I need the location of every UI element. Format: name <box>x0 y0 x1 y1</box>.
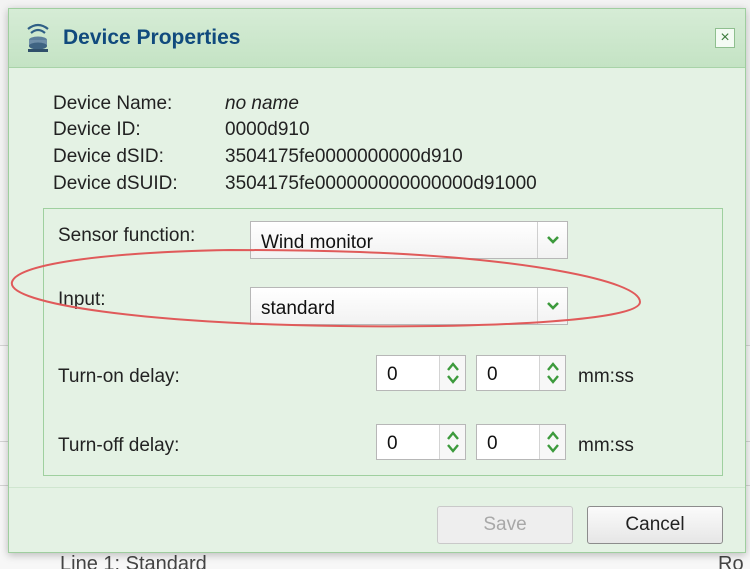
save-button[interactable]: Save <box>437 506 573 544</box>
close-icon: × <box>720 29 730 46</box>
background-text: Line 1: Standard <box>60 553 207 569</box>
turn-on-minutes-value: 0 <box>387 364 398 385</box>
dialog-title: Device Properties <box>63 26 241 49</box>
annotation-ellipse <box>10 249 642 328</box>
spinner-buttons[interactable] <box>439 425 465 459</box>
turn-on-unit: mm:ss <box>578 366 634 387</box>
sensor-device-icon <box>27 23 49 52</box>
background-text: Ro <box>718 553 744 569</box>
screen: Line 1: Standard Ro Device Properties × … <box>0 0 750 569</box>
turn-on-seconds-spinner[interactable]: 0 <box>476 355 566 391</box>
turn-off-minutes-value: 0 <box>387 433 398 454</box>
spinner-buttons[interactable] <box>539 356 565 390</box>
device-dsid-label: Device dSID: <box>53 146 164 167</box>
dialog-titlebar[interactable]: Device Properties × <box>9 9 745 68</box>
device-name-value: no name <box>225 93 299 114</box>
turn-on-delay-label: Turn-on delay: <box>58 366 180 387</box>
close-button[interactable]: × <box>715 28 735 48</box>
turn-off-unit: mm:ss <box>578 435 634 456</box>
up-down-arrows-icon <box>447 431 459 453</box>
device-dsid-value: 3504175fe0000000000d910 <box>225 146 463 167</box>
device-dsuid-value: 3504175fe000000000000000d91000 <box>225 173 537 194</box>
up-down-arrows-icon <box>447 362 459 384</box>
turn-off-minutes-spinner[interactable]: 0 <box>376 424 466 460</box>
turn-off-seconds-spinner[interactable]: 0 <box>476 424 566 460</box>
up-down-arrows-icon <box>547 362 559 384</box>
spinner-buttons[interactable] <box>439 356 465 390</box>
turn-on-seconds-value: 0 <box>487 364 498 385</box>
turn-off-delay-label: Turn-off delay: <box>58 435 180 456</box>
device-id-label: Device ID: <box>53 119 141 140</box>
spinner-buttons[interactable] <box>539 425 565 459</box>
turn-off-seconds-value: 0 <box>487 433 498 454</box>
turn-on-minutes-spinner[interactable]: 0 <box>376 355 466 391</box>
up-down-arrows-icon <box>547 431 559 453</box>
device-dsuid-label: Device dSUID: <box>53 173 178 194</box>
dialog-footer-divider <box>9 487 745 488</box>
device-id-value: 0000d910 <box>225 119 310 140</box>
device-name-label: Device Name: <box>53 93 173 114</box>
cancel-button[interactable]: Cancel <box>587 506 723 544</box>
